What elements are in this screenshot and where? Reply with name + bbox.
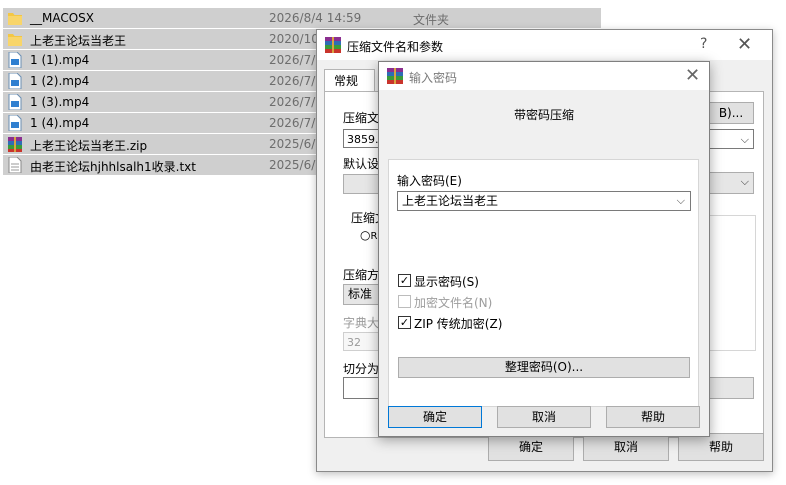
list-item[interactable]: 由老王论坛hjhhlsalh1收录.txt 2025/6/1	[3, 155, 323, 175]
file-name: 1 (1).mp4	[30, 53, 90, 67]
close-icon[interactable]: ✕	[685, 65, 700, 86]
split-volumes-label: 切分为	[343, 362, 380, 376]
video-file-icon	[8, 115, 22, 131]
file-name: 上老王论坛当老王	[30, 34, 127, 48]
radio-label: R	[370, 231, 378, 242]
enter-password-label: 输入密码(E)	[397, 174, 462, 188]
list-item[interactable]: 上老王论坛当老王.zip 2025/6/1	[3, 134, 323, 154]
list-item[interactable]: 1 (2).mp4 2026/7/1	[3, 71, 323, 91]
ok-button[interactable]: 确定	[488, 433, 574, 461]
file-date: 2026/7/1	[269, 116, 323, 130]
file-date: 2025/6/1	[269, 137, 323, 151]
archive-options-box	[708, 215, 756, 351]
file-date: 2025/6/1	[269, 158, 323, 172]
update-mode-dropdown[interactable]: ⌵	[708, 172, 754, 194]
tab-general[interactable]: 常规	[324, 69, 375, 92]
dialog-title: 输入密码	[409, 71, 458, 85]
help-button[interactable]: 帮助	[606, 406, 700, 428]
archive-name-label: 压缩文	[343, 111, 380, 125]
dialog-heading: 带密码压缩	[513, 108, 574, 122]
file-date: 2026/7/1	[269, 74, 323, 88]
video-file-icon	[8, 73, 22, 89]
set-password-button[interactable]	[708, 377, 754, 399]
chevron-down-icon: ⌵	[740, 133, 749, 146]
encrypt-file-names-label[interactable]: 加密文件名(N)	[414, 294, 492, 311]
ok-button[interactable]: 确定	[388, 406, 482, 428]
radio-option[interactable]: ○R	[360, 228, 377, 242]
winrar-icon	[325, 37, 341, 53]
dictionary-size-label: 字典大	[343, 316, 380, 330]
file-date: 2026/7/1	[269, 95, 323, 109]
file-name: 1 (2).mp4	[30, 74, 90, 88]
zip-legacy-encryption-checkbox[interactable]: ✓	[398, 316, 411, 329]
zip-legacy-encryption-label[interactable]: ZIP 传统加密(Z)	[414, 315, 502, 332]
encrypt-file-names-checkbox[interactable]	[398, 295, 411, 308]
show-password-label[interactable]: 显示密码(S)	[414, 273, 479, 290]
password-value: 上老王论坛当老王	[402, 194, 499, 208]
dialog-title: 压缩文件名和参数	[347, 40, 444, 54]
dialog-titlebar[interactable]: 输入密码 ✕	[379, 62, 709, 90]
list-item[interactable]: 1 (3).mp4 2026/7/1	[3, 92, 323, 112]
close-icon[interactable]: ✕	[737, 34, 752, 55]
winrar-archive-icon	[8, 137, 22, 152]
file-name: 由老王论坛hjhhlsalh1收录.txt	[30, 160, 196, 174]
file-type: 文件夹	[413, 13, 450, 27]
file-date: 2026/8/4 14:59	[269, 11, 362, 25]
cancel-button[interactable]: 取消	[583, 433, 669, 461]
compression-method-label: 压缩方	[343, 268, 380, 282]
video-file-icon	[8, 94, 22, 110]
chevron-down-icon[interactable]: ⌵	[677, 192, 685, 210]
help-icon[interactable]: ?	[700, 36, 707, 52]
list-item[interactable]: 1 (1).mp4 2026/7/1	[3, 50, 323, 70]
default-profile-label: 默认设	[343, 157, 380, 171]
video-file-icon	[8, 52, 22, 68]
chevron-down-icon: ⌵	[740, 175, 749, 188]
help-button[interactable]: 帮助	[678, 433, 764, 461]
text-file-icon	[8, 157, 22, 173]
enter-password-dialog: 输入密码 ✕ 带密码压缩 输入密码(E) 上老王论坛当老王 ⌵ ✓ 显示密码(S…	[378, 61, 710, 437]
folder-icon	[8, 13, 22, 25]
browse-button[interactable]: B)...	[708, 102, 754, 124]
list-item[interactable]: 1 (4).mp4 2026/7/1	[3, 113, 323, 133]
file-name: __MACOSX	[30, 11, 95, 25]
file-name: 1 (4).mp4	[30, 116, 90, 130]
list-item[interactable]: __MACOSX 2026/8/4 14:59 文件夹	[3, 8, 601, 28]
password-input[interactable]: 上老王论坛当老王 ⌵	[397, 191, 691, 211]
organize-passwords-button[interactable]: 整理密码(O)...	[398, 357, 690, 378]
archive-name-dropdown[interactable]: ⌵	[708, 129, 754, 149]
cancel-button[interactable]: 取消	[497, 406, 591, 428]
dialog-titlebar[interactable]: 压缩文件名和参数 ? ✕	[317, 30, 772, 60]
folder-icon	[8, 34, 22, 46]
winrar-icon	[387, 68, 403, 84]
file-date: 2026/7/1	[269, 53, 323, 67]
show-password-checkbox[interactable]: ✓	[398, 274, 411, 287]
file-date: 2020/10/	[269, 32, 323, 46]
file-name: 上老王论坛当老王.zip	[30, 139, 148, 153]
file-name: 1 (3).mp4	[30, 95, 90, 109]
